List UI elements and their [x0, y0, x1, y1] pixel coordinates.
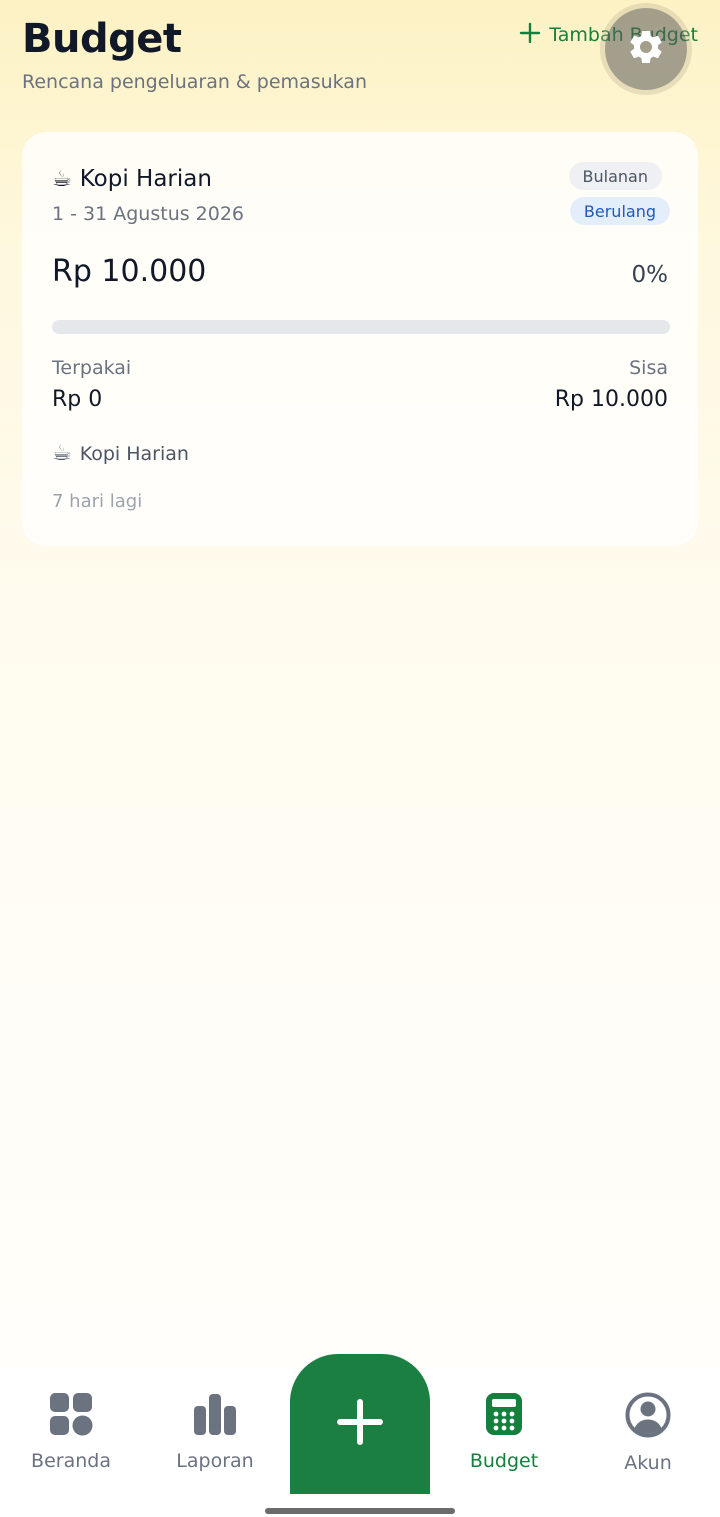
- used-label: Terpakai: [52, 357, 132, 379]
- budget-title: ☕ Kopi Harian: [52, 166, 212, 192]
- nav-item-akun[interactable]: Akun: [583, 1392, 713, 1474]
- budget-period: 1 - 31 Agustus 2026: [52, 203, 245, 225]
- page-title: Budget: [22, 16, 182, 62]
- budget-card[interactable]: ☕ Kopi Harian 1 - 31 Agustus 2026 Bulana…: [22, 132, 698, 546]
- budget-percent: 0%: [631, 262, 669, 288]
- used-value: Rp 0: [52, 387, 103, 412]
- settings-button[interactable]: [605, 8, 687, 90]
- user-icon: [625, 1392, 671, 1442]
- nav-item-beranda[interactable]: Beranda: [6, 1392, 136, 1472]
- recurring-badge: Berulang: [569, 197, 670, 225]
- budget-category: ☕ Kopi Harian: [52, 441, 189, 466]
- bar-chart-icon: [193, 1392, 237, 1440]
- coffee-icon: ☕: [52, 166, 72, 192]
- nav-label-laporan: Laporan: [176, 1450, 254, 1472]
- home-indicator: [265, 1508, 455, 1514]
- nav-item-laporan[interactable]: Laporan: [150, 1392, 280, 1472]
- add-transaction-button[interactable]: [290, 1354, 430, 1494]
- progress-bar: [52, 320, 670, 334]
- category-label: Kopi Harian: [79, 442, 189, 465]
- bottom-nav: Beranda Laporan Budget Akun: [0, 1354, 720, 1517]
- nav-label-budget: Budget: [469, 1450, 539, 1472]
- plus-icon: [519, 20, 541, 50]
- calculator-icon: [484, 1392, 524, 1440]
- grid-icon: [49, 1392, 93, 1440]
- budget-amount: Rp 10.000: [52, 254, 207, 289]
- budget-title-text: Kopi Harian: [79, 166, 212, 192]
- plus-icon: [336, 1398, 384, 1450]
- page-subtitle: Rencana pengeluaran & pemasukan: [22, 71, 367, 93]
- period-badge: Bulanan: [568, 162, 662, 190]
- remaining-label: Sisa: [629, 357, 668, 379]
- nav-item-budget[interactable]: Budget: [439, 1392, 569, 1472]
- gear-icon: [626, 27, 666, 71]
- nav-label-akun: Akun: [624, 1452, 672, 1474]
- coffee-icon: ☕: [52, 441, 72, 466]
- nav-label-beranda: Beranda: [31, 1450, 111, 1472]
- remaining-value: Rp 10.000: [554, 387, 668, 412]
- days-left: 7 hari lagi: [52, 491, 143, 512]
